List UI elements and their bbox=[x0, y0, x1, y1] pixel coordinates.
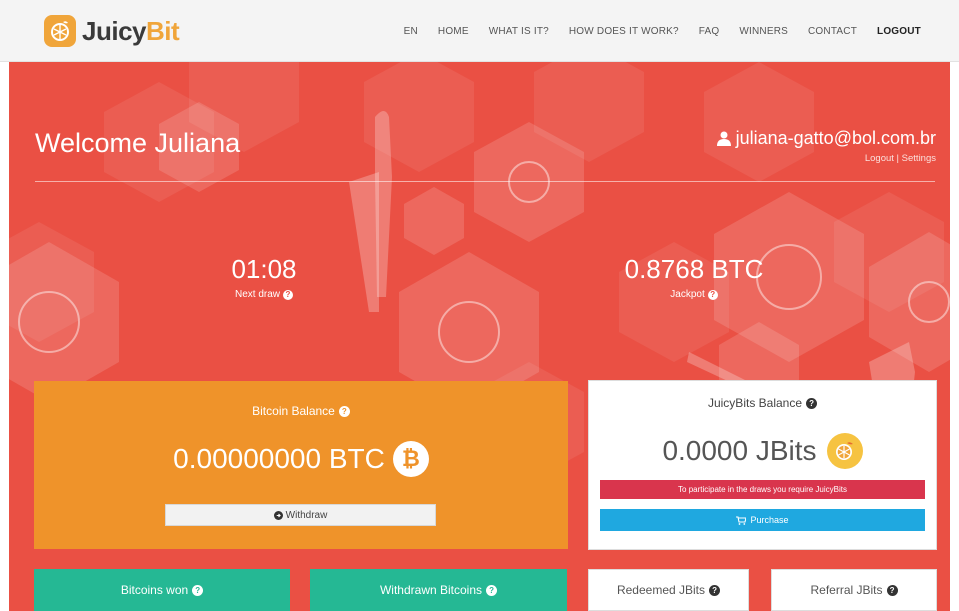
divider bbox=[35, 181, 935, 182]
withdrawn-bitcoins-card: Withdrawn Bitcoins ? bbox=[310, 569, 567, 611]
withdraw-label: Withdraw bbox=[285, 509, 328, 521]
user-email: juliana-gatto@bol.com.br bbox=[735, 128, 936, 148]
jackpot-stat: 0.8768 BTC Jackpot ? bbox=[609, 254, 779, 300]
nav-item-language[interactable]: EN bbox=[394, 26, 428, 37]
help-icon[interactable]: ? bbox=[886, 584, 898, 596]
nav-item-home[interactable]: HOME bbox=[428, 26, 479, 37]
nav-item-how-does-it-work[interactable]: HOW DOES IT WORK? bbox=[559, 26, 689, 37]
next-draw-label-row: Next draw ? bbox=[194, 289, 334, 300]
bitcoin-balance-amount: 0.00000000 BTC bbox=[173, 443, 385, 474]
juicybits-balance-amount: 0.0000 JBits bbox=[662, 435, 817, 466]
user-info: juliana-gatto@bol.com.br Logout | Settin… bbox=[716, 128, 936, 164]
redeemed-jbits-label: Redeemed JBits bbox=[616, 583, 706, 597]
arrow-circle-icon bbox=[273, 510, 283, 520]
juicybits-balance-title: JuicyBits Balance bbox=[707, 396, 803, 410]
help-icon[interactable]: ? bbox=[806, 397, 818, 409]
referral-jbits-card: Referral JBits ? bbox=[771, 569, 937, 611]
juicybit-coin-icon bbox=[826, 433, 863, 469]
bitcoin-balance-card: Bitcoin Balance ? 0.00000000 BTC ₿ Withd… bbox=[34, 381, 568, 549]
jackpot-label: Jackpot bbox=[670, 289, 705, 300]
juicybits-balance-card: JuicyBits Balance ? 0.0000 JBits To part… bbox=[588, 380, 937, 550]
next-draw-label: Next draw bbox=[234, 289, 280, 300]
nav-item-contact[interactable]: CONTACT bbox=[798, 26, 867, 37]
next-draw-stat: 01:08 Next draw ? bbox=[194, 254, 334, 300]
nav-item-logout[interactable]: LOGOUT bbox=[867, 26, 931, 37]
juicybits-balance-title-row: JuicyBits Balance ? bbox=[589, 396, 936, 410]
nav-menu: EN HOME WHAT IS IT? HOW DOES IT WORK? FA… bbox=[394, 0, 931, 62]
user-links: Logout | Settings bbox=[717, 153, 936, 164]
next-draw-timer: 01:08 bbox=[231, 254, 297, 284]
help-icon[interactable]: ? bbox=[283, 289, 293, 300]
nav-item-winners[interactable]: WINNERS bbox=[729, 26, 798, 37]
cart-icon bbox=[736, 515, 747, 525]
bitcoins-won-label: Bitcoins won bbox=[120, 583, 189, 597]
withdrawn-bitcoins-label: Withdrawn Bitcoins bbox=[379, 583, 483, 597]
jackpot-value: 0.8768 BTC bbox=[624, 254, 764, 284]
bitcoins-won-card: Bitcoins won ? bbox=[34, 569, 290, 611]
purchase-label: Purchase bbox=[750, 515, 789, 525]
referral-jbits-label: Referral JBits bbox=[810, 583, 883, 597]
juicybits-amount-row: 0.0000 JBits bbox=[589, 433, 936, 469]
juicybits-required-alert: To participate in the draws you require … bbox=[600, 480, 925, 499]
hero-section: Welcome Juliana juliana-gatto@bol.com.br… bbox=[9, 62, 950, 611]
bitcoin-balance-title: Bitcoin Balance bbox=[252, 404, 335, 418]
welcome-heading: Welcome Juliana bbox=[35, 128, 241, 158]
redeemed-jbits-card: Redeemed JBits ? bbox=[588, 569, 749, 611]
settings-link[interactable]: Settings bbox=[902, 153, 936, 164]
jackpot-label-row: Jackpot ? bbox=[609, 289, 779, 300]
help-icon[interactable]: ? bbox=[707, 289, 718, 300]
nav-item-faq[interactable]: FAQ bbox=[689, 26, 730, 37]
bitcoin-balance-title-row: Bitcoin Balance ? bbox=[34, 404, 568, 418]
logo-text: JuicyBit bbox=[82, 15, 180, 46]
help-icon[interactable]: ? bbox=[486, 584, 498, 596]
help-icon[interactable]: ? bbox=[709, 584, 721, 596]
help-icon[interactable]: ? bbox=[192, 584, 204, 596]
purchase-button[interactable]: Purchase bbox=[600, 509, 925, 531]
user-email-row: juliana-gatto@bol.com.br bbox=[716, 128, 936, 149]
top-navbar: JuicyBit EN HOME WHAT IS IT? HOW DOES IT… bbox=[0, 0, 959, 62]
logo-orange-icon bbox=[44, 15, 76, 47]
bitcoin-coin-icon: ₿ bbox=[392, 441, 429, 477]
nav-item-what-is-it[interactable]: WHAT IS IT? bbox=[479, 26, 559, 37]
help-icon[interactable]: ? bbox=[338, 405, 350, 417]
logout-link[interactable]: Logout bbox=[865, 153, 894, 164]
withdraw-button[interactable]: Withdraw bbox=[165, 504, 436, 526]
logo[interactable]: JuicyBit bbox=[44, 12, 180, 50]
link-separator: | bbox=[893, 153, 902, 164]
user-icon bbox=[716, 131, 731, 146]
bitcoin-balance-amount-row: 0.00000000 BTC ₿ bbox=[34, 441, 568, 477]
